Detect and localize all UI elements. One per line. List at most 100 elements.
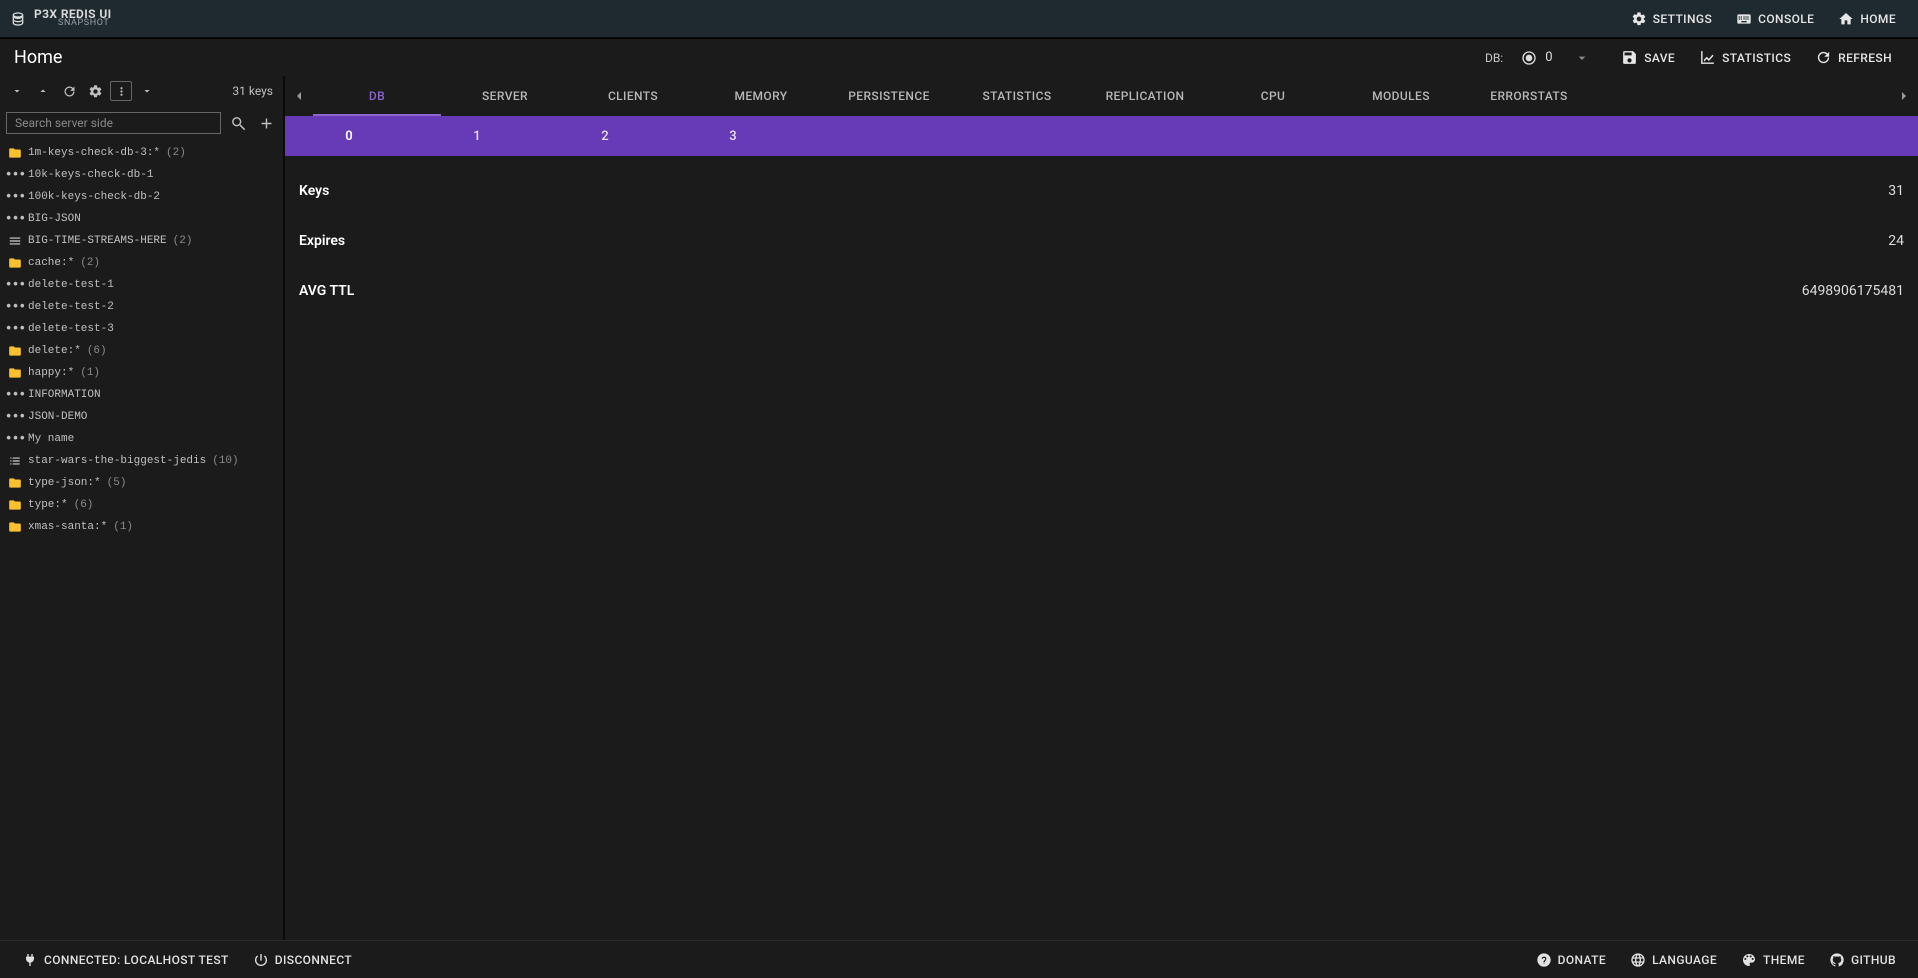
tab-memory[interactable]: MEMORY xyxy=(697,76,825,116)
db-label: DB: xyxy=(1485,51,1503,65)
sidebar-search xyxy=(0,106,283,140)
save-button[interactable]: SAVE xyxy=(1609,39,1687,77)
reload-keys-button[interactable] xyxy=(58,80,80,102)
console-button[interactable]: CONSOLE xyxy=(1724,0,1826,38)
settings-button[interactable]: SETTINGS xyxy=(1619,0,1724,38)
tree-item[interactable]: star-wars-the-biggest-jedis (10) xyxy=(0,450,283,472)
folder-icon xyxy=(8,256,22,270)
stat-row: Expires24 xyxy=(299,216,1904,266)
search-icon xyxy=(230,115,247,132)
string-icon: ••• xyxy=(8,388,22,402)
tree-item[interactable]: •••JSON-DEMO xyxy=(0,406,283,428)
list-icon xyxy=(8,454,22,468)
tab-cpu[interactable]: CPU xyxy=(1209,76,1337,116)
refresh-icon xyxy=(1815,49,1832,66)
donate-icon xyxy=(1536,952,1552,968)
tab-scroll-right[interactable] xyxy=(1890,76,1918,116)
tab-persistence[interactable]: PERSISTENCE xyxy=(825,76,953,116)
tab-db[interactable]: DB xyxy=(313,76,441,116)
github-icon xyxy=(1829,952,1845,968)
tree-item[interactable]: cache:* (2) xyxy=(0,252,283,274)
tab-statistics[interactable]: STATISTICS xyxy=(953,76,1081,116)
tab-server[interactable]: SERVER xyxy=(441,76,569,116)
search-input[interactable] xyxy=(6,112,221,134)
tree-item[interactable]: •••BIG-JSON xyxy=(0,208,283,230)
disconnect-button[interactable]: DISCONNECT xyxy=(241,941,364,978)
stat-label: Expires xyxy=(299,233,345,249)
search-button[interactable] xyxy=(227,112,249,134)
donate-button[interactable]: DONATE xyxy=(1524,941,1618,978)
tab-modules[interactable]: MODULES xyxy=(1337,76,1465,116)
tree-item[interactable]: ••• INFORMATION xyxy=(0,384,283,406)
chart-icon xyxy=(1699,49,1716,66)
statistics-button[interactable]: STATISTICS xyxy=(1687,39,1803,77)
github-button[interactable]: GITHUB xyxy=(1817,941,1908,978)
save-icon xyxy=(1621,49,1638,66)
expand-all-button[interactable] xyxy=(32,80,54,102)
app-subtitle: SNAPSHOT xyxy=(58,19,112,28)
tree-item[interactable]: BIG-TIME-STREAMS-HERE (2) xyxy=(0,230,283,252)
connection-status[interactable]: CONNECTED: LOCALHOST TEST xyxy=(10,941,241,978)
add-key-button[interactable] xyxy=(255,112,277,134)
tree-item[interactable]: •••10k-keys-check-db-1 xyxy=(0,164,283,186)
database-icon xyxy=(10,11,26,27)
tree-item-name: star-wars-the-biggest-jedis xyxy=(28,455,206,467)
home-button[interactable]: HOME xyxy=(1826,0,1908,38)
collapse-all-button[interactable] xyxy=(6,80,28,102)
db-chip-2[interactable]: 2 xyxy=(541,129,669,144)
tab-errorstats[interactable]: ERRORSTATS xyxy=(1465,76,1593,116)
tree-item-name: INFORMATION xyxy=(28,389,101,401)
tree-item[interactable]: •••100k-keys-check-db-2 xyxy=(0,186,283,208)
tree-item-count: (2) xyxy=(80,257,100,269)
stat-label: Keys xyxy=(299,183,329,199)
string-icon: ••• xyxy=(8,212,22,226)
tree-item-name: JSON-DEMO xyxy=(28,411,87,423)
folder-icon xyxy=(8,476,22,490)
tree-item-count: (2) xyxy=(173,235,193,247)
gear-icon xyxy=(88,84,103,99)
language-button[interactable]: LANGUAGE xyxy=(1618,941,1729,978)
view-mode-dropdown[interactable] xyxy=(136,80,158,102)
tree-item[interactable]: 1m-keys-check-db-3:* (2) xyxy=(0,142,283,164)
stat-label: AVG TTL xyxy=(299,283,354,299)
stat-row: Keys 31 xyxy=(299,166,1904,216)
tab-replication[interactable]: REPLICATION xyxy=(1081,76,1209,116)
tree-item[interactable]: •••delete-test-2 xyxy=(0,296,283,318)
content: DBSERVERCLIENTSMEMORYPERSISTENCESTATISTI… xyxy=(285,76,1918,940)
chevron-right-icon xyxy=(1896,88,1912,104)
tree-item[interactable]: type-json:* (5) xyxy=(0,472,283,494)
tree-item[interactable]: •••delete-test-1 xyxy=(0,274,283,296)
db-chip-3[interactable]: 3 xyxy=(669,129,797,144)
tree-item[interactable]: xmas-santa:* (1) xyxy=(0,516,283,538)
topbar: P3X REDIS UI SNAPSHOT SETTINGS CONSOLE H… xyxy=(0,0,1918,38)
refresh-button[interactable]: REFRESH xyxy=(1803,39,1904,77)
theme-button[interactable]: THEME xyxy=(1729,941,1817,978)
db-value: 0 xyxy=(1545,50,1565,65)
db-chip-0[interactable]: 0 xyxy=(285,129,413,144)
tab-clients[interactable]: CLIENTS xyxy=(569,76,697,116)
stat-row: AVG TTL 6498906175481 xyxy=(299,266,1904,316)
breadcrumb: Home xyxy=(14,47,62,68)
view-mode-button[interactable] xyxy=(110,81,132,101)
tab-scroll-left[interactable] xyxy=(285,76,313,116)
tree-item-name: happy:* xyxy=(28,367,74,379)
stat-value: 6498906175481 xyxy=(1802,283,1904,299)
stream-icon xyxy=(8,234,22,248)
tree-item[interactable]: happy:* (1) xyxy=(0,362,283,384)
db-chip-1[interactable]: 1 xyxy=(413,129,541,144)
tree-item[interactable]: delete:* (6) xyxy=(0,340,283,362)
db-select[interactable]: 0 xyxy=(1513,46,1599,70)
tree-item[interactable]: type:* (6) xyxy=(0,494,283,516)
key-count: 31 keys xyxy=(232,84,277,98)
stat-value: 31 xyxy=(1888,183,1904,199)
key-tree: 1m-keys-check-db-3:* (2)•••10k-keys-chec… xyxy=(0,140,283,940)
tree-item[interactable]: •••My name xyxy=(0,428,283,450)
tree-item-name: 1m-keys-check-db-3:* xyxy=(28,147,160,159)
tree-settings-button[interactable] xyxy=(84,80,106,102)
app-logo: P3X REDIS UI SNAPSHOT xyxy=(10,8,112,28)
tree-item[interactable]: •••delete-test-3 xyxy=(0,318,283,340)
tree-item-count: (5) xyxy=(107,477,127,489)
refresh-icon xyxy=(62,84,77,99)
string-icon: ••• xyxy=(8,190,22,204)
main: 31 keys 1m-keys-check-db-3:* (2)•••10k-k… xyxy=(0,76,1918,940)
